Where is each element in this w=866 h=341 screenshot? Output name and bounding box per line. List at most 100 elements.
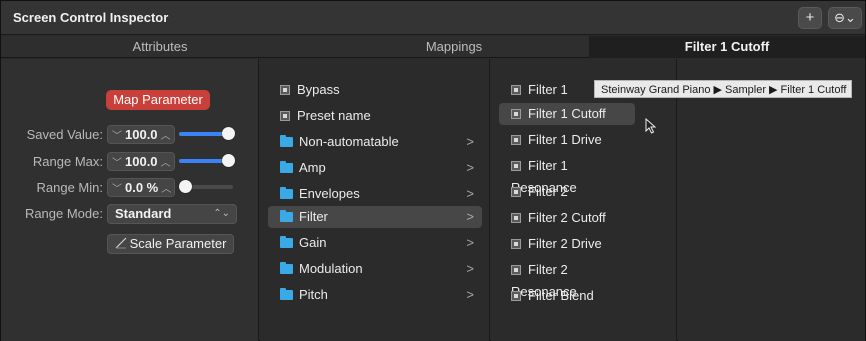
decrement-icon[interactable]: ﹀ bbox=[112, 184, 122, 195]
mouse-pointer-icon bbox=[645, 118, 657, 134]
list-item-label: Filter Blend bbox=[528, 288, 594, 303]
chevron-right-icon: > bbox=[466, 209, 474, 224]
saved-value-label: Saved Value: bbox=[26, 127, 103, 142]
list-item-label: Filter 1 bbox=[528, 82, 568, 97]
list-item-bypass[interactable]: Bypass bbox=[268, 79, 482, 101]
chevron-right-icon: > bbox=[466, 235, 474, 250]
range-min-stepper[interactable]: ﹀ 0.0 % ︿ bbox=[107, 178, 175, 197]
folder-icon bbox=[280, 161, 293, 173]
parameter-icon bbox=[511, 213, 521, 223]
list-item-filter-2-resonance[interactable]: Filter 2 Resonance bbox=[499, 259, 635, 299]
inspector-window: Screen Control Inspector + ⊖⌄ Attributes… bbox=[0, 0, 866, 341]
parameter-icon bbox=[511, 239, 521, 249]
parameter-icon bbox=[511, 291, 521, 301]
saved-value-value: 100.0 bbox=[125, 127, 158, 142]
range-min-value: 0.0 % bbox=[125, 180, 159, 195]
title-bar: Screen Control Inspector + ⊖⌄ bbox=[1, 1, 865, 35]
range-min-label: Range Min: bbox=[36, 180, 103, 195]
saved-value-stepper[interactable]: ﹀ 100.0 ︿ bbox=[107, 125, 175, 144]
attributes-panel: Map Parameter Saved Value: ﹀ 100.0 ︿ Range… bbox=[1, 59, 259, 341]
list-item-label: Amp bbox=[299, 160, 326, 175]
list-item-label: Non-automatable bbox=[299, 134, 399, 149]
list-item-label: Preset name bbox=[297, 108, 371, 123]
range-max-stepper[interactable]: ﹀ 100.0 ︿ bbox=[107, 152, 175, 171]
folder-icon bbox=[280, 187, 293, 199]
saved-value-slider[interactable] bbox=[179, 127, 235, 140]
folder-icon bbox=[280, 262, 293, 274]
list-item-pitch[interactable]: Pitch > bbox=[268, 284, 482, 306]
folder-icon bbox=[280, 288, 293, 300]
chevron-right-icon: > bbox=[466, 261, 474, 276]
folder-icon bbox=[280, 135, 293, 147]
list-item-label: Bypass bbox=[297, 82, 340, 97]
parameter-icon bbox=[511, 187, 521, 197]
tab-mappings[interactable]: Mappings bbox=[319, 36, 589, 58]
list-item-label: Gain bbox=[299, 235, 327, 250]
list-item-label: Filter 2 bbox=[528, 184, 568, 199]
parameter-icon bbox=[511, 161, 521, 171]
decrement-icon[interactable]: ﹀ bbox=[112, 158, 122, 169]
parameter-icon bbox=[511, 265, 521, 275]
list-item-filter-2-drive[interactable]: Filter 2 Drive bbox=[499, 233, 635, 255]
list-item-label: Modulation bbox=[299, 261, 363, 276]
list-item-gain[interactable]: Gain > bbox=[268, 232, 482, 254]
chevron-right-icon: > bbox=[466, 160, 474, 175]
parameter-icon bbox=[511, 85, 521, 95]
list-item-filter-1-cutoff[interactable]: Filter 1 Cutoff bbox=[499, 103, 635, 125]
more-options-button[interactable]: ⊖⌄ bbox=[828, 7, 862, 29]
chevron-right-icon: > bbox=[466, 134, 474, 149]
increment-icon[interactable]: ︿ bbox=[161, 131, 171, 142]
range-mode-select[interactable]: Standard ⌃⌄ bbox=[107, 204, 237, 224]
list-item-modulation[interactable]: Modulation > bbox=[268, 258, 482, 280]
tab-current-parameter[interactable]: Filter 1 Cutoff bbox=[589, 36, 865, 58]
list-item-filter-blend[interactable]: Filter Blend bbox=[499, 285, 635, 307]
list-item-filter[interactable]: Filter > bbox=[268, 206, 482, 228]
tab-attributes[interactable]: Attributes bbox=[1, 36, 319, 58]
list-item-filter-2[interactable]: Filter 2 bbox=[499, 181, 635, 203]
range-mode-value: Standard bbox=[115, 206, 172, 221]
list-item-label: Filter 1 Drive bbox=[528, 132, 602, 147]
updown-chevron-icon: ⌃⌄ bbox=[213, 208, 230, 219]
list-item-filter-1-resonance[interactable]: Filter 1 Resonance bbox=[499, 155, 635, 195]
list-item-label: Envelopes bbox=[299, 186, 360, 201]
list-item-amp[interactable]: Amp > bbox=[268, 157, 482, 179]
parameter-icon bbox=[511, 135, 521, 145]
list-item-non-automatable[interactable]: Non-automatable > bbox=[268, 131, 482, 153]
folder-icon bbox=[280, 236, 293, 248]
range-mode-label: Range Mode: bbox=[24, 206, 103, 221]
increment-icon[interactable]: ︿ bbox=[161, 184, 171, 195]
parameter-group-list: Bypass Preset name Non-automatable > Amp >… bbox=[260, 59, 490, 341]
scale-line-icon bbox=[115, 237, 127, 249]
list-item-envelopes[interactable]: Envelopes > bbox=[268, 183, 482, 205]
folder-icon bbox=[280, 210, 293, 222]
chevron-right-icon: > bbox=[466, 287, 474, 302]
slider-knob[interactable] bbox=[222, 127, 235, 140]
parameter-icon bbox=[280, 111, 290, 121]
list-item-label: Filter 2 Drive bbox=[528, 236, 602, 251]
scale-parameter-label: Scale Parameter bbox=[129, 236, 227, 251]
range-min-slider[interactable] bbox=[179, 180, 233, 193]
range-max-slider[interactable] bbox=[179, 154, 235, 167]
list-item-preset-name[interactable]: Preset name bbox=[268, 105, 482, 127]
list-item-label: Filter bbox=[299, 209, 328, 224]
range-max-value: 100.0 bbox=[125, 154, 158, 169]
slider-knob[interactable] bbox=[222, 154, 235, 167]
add-button[interactable]: + bbox=[798, 7, 822, 29]
increment-icon[interactable]: ︿ bbox=[161, 158, 171, 169]
path-tooltip: Steinway Grand Piano ▶ Sampler ▶ Filter … bbox=[594, 80, 852, 98]
list-item-label: Filter 1 Cutoff bbox=[528, 106, 606, 121]
scale-parameter-button[interactable]: Scale Parameter bbox=[107, 234, 234, 254]
list-item-label: Filter 2 Cutoff bbox=[528, 210, 606, 225]
range-max-label: Range Max: bbox=[32, 154, 103, 169]
chevron-right-icon: > bbox=[466, 186, 474, 201]
decrement-icon[interactable]: ﹀ bbox=[112, 131, 122, 142]
slider-knob[interactable] bbox=[179, 180, 192, 193]
list-item-filter-2-cutoff[interactable]: Filter 2 Cutoff bbox=[499, 207, 635, 229]
map-parameter-button[interactable]: Map Parameter bbox=[106, 90, 210, 110]
slider-fill bbox=[179, 132, 227, 136]
parameter-icon bbox=[280, 85, 290, 95]
window-title: Screen Control Inspector bbox=[13, 10, 169, 25]
list-item-label: Pitch bbox=[299, 287, 328, 302]
tab-bar: Attributes Mappings Filter 1 Cutoff bbox=[1, 36, 865, 58]
list-item-filter-1-drive[interactable]: Filter 1 Drive bbox=[499, 129, 635, 151]
